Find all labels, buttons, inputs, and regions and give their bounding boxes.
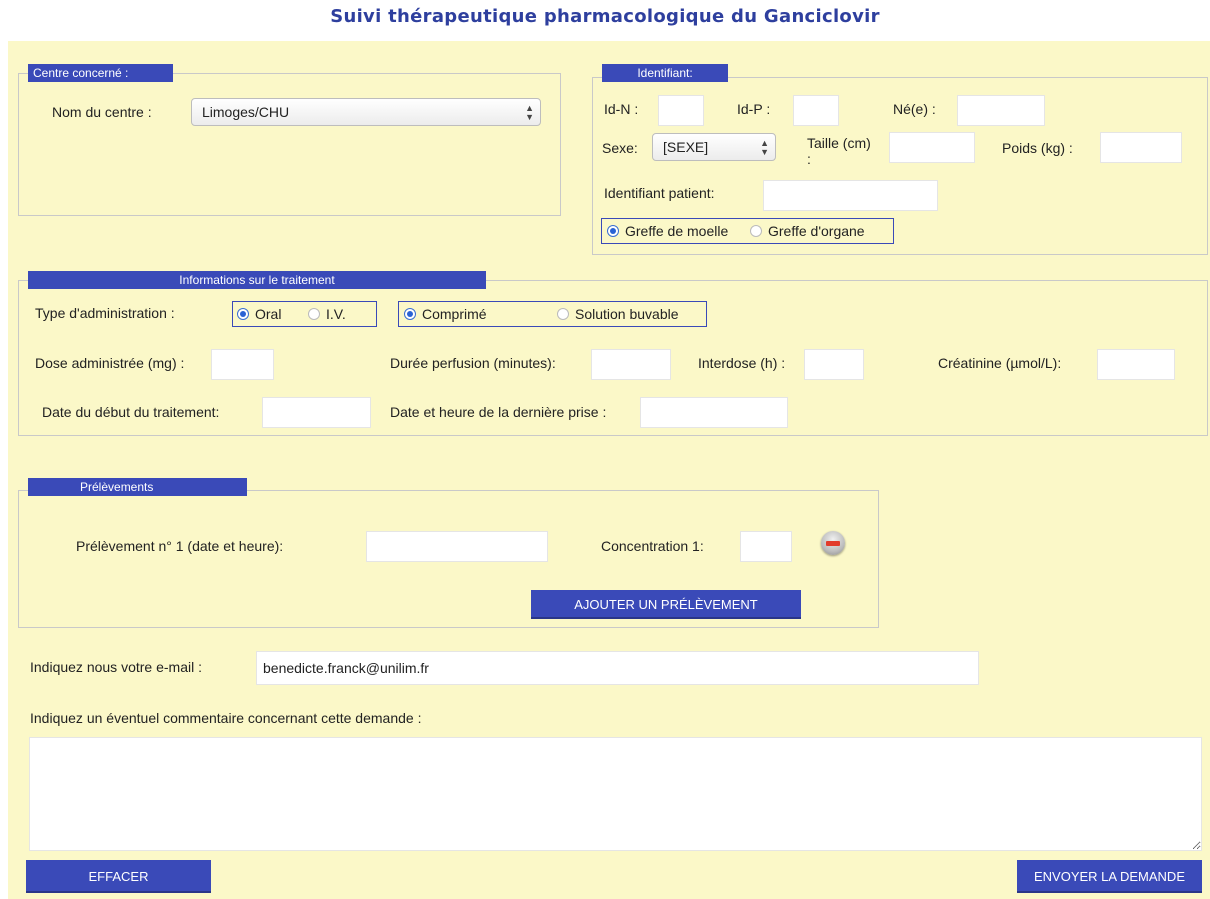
- select-arrows-icon: ▲ ▼: [525, 103, 534, 122]
- centre-select-value: Limoges/CHU: [202, 104, 290, 120]
- concentration-1-input[interactable]: [740, 531, 792, 562]
- greffe-moelle-label: Greffe de moelle: [625, 223, 729, 239]
- patient-id-label: Identifiant patient:: [604, 185, 715, 201]
- debut-label: Date du début du traitement:: [42, 404, 220, 420]
- poids-input[interactable]: [1100, 132, 1182, 163]
- submit-button[interactable]: ENVOYER LA DEMANDE: [1017, 860, 1202, 893]
- taille-input[interactable]: [889, 132, 975, 163]
- solution-radio[interactable]: [557, 308, 569, 320]
- prelevement-1-input[interactable]: [366, 531, 548, 562]
- page-title: Suivi thérapeutique pharmacologique du G…: [330, 6, 880, 27]
- iv-radio[interactable]: [308, 308, 320, 320]
- clear-button[interactable]: EFFACER: [26, 860, 211, 893]
- email-input[interactable]: benedicte.franck@unilim.fr: [256, 651, 979, 685]
- add-prelevement-button[interactable]: AJOUTER UN PRÉLÈVEMENT: [531, 590, 801, 619]
- traitement-legend: Informations sur le traitement: [28, 271, 486, 289]
- ne-label: Né(e) :: [893, 101, 936, 117]
- derniere-input[interactable]: [640, 397, 788, 428]
- creatinine-label: Créatinine (µmol/L):: [938, 355, 1062, 371]
- oral-label: Oral: [255, 306, 282, 322]
- idp-label: Id-P :: [737, 101, 771, 117]
- birthdate-input[interactable]: [957, 95, 1045, 126]
- sexe-select[interactable]: [SEXE] ▲ ▼: [652, 133, 776, 161]
- derniere-label: Date et heure de la dernière prise :: [390, 404, 607, 420]
- interdose-label: Interdose (h) :: [698, 355, 786, 371]
- prelevements-legend: Prélèvements: [28, 478, 247, 496]
- creatinine-input[interactable]: [1097, 349, 1175, 380]
- solution-label: Solution buvable: [575, 306, 679, 322]
- comment-label: Indiquez un éventuel commentaire concern…: [30, 710, 422, 726]
- sexe-label: Sexe:: [602, 140, 638, 156]
- centre-label: Nom du centre :: [52, 104, 152, 120]
- sexe-select-value: [SEXE]: [663, 139, 709, 155]
- greffe-organe-label: Greffe d'organe: [768, 223, 865, 239]
- dose-label: Dose administrée (mg) :: [35, 355, 185, 371]
- type-admin-label: Type d'administration :: [35, 305, 175, 321]
- centre-legend: Centre concerné :: [28, 64, 173, 82]
- taille-label: Taille (cm): [807, 135, 871, 151]
- prelevement-1-label: Prélèvement n° 1 (date et heure):: [76, 538, 284, 554]
- select-arrows-icon: ▲ ▼: [760, 138, 769, 157]
- comment-textarea[interactable]: [29, 737, 1202, 851]
- identifiant-legend: Identifiant:: [602, 64, 728, 82]
- idn-input[interactable]: [658, 95, 704, 126]
- remove-prelevement-icon[interactable]: [821, 531, 845, 555]
- idp-input[interactable]: [793, 95, 839, 126]
- centre-fieldset: [18, 73, 561, 216]
- dose-input[interactable]: [211, 349, 274, 380]
- email-label: Indiquez nous votre e-mail :: [30, 659, 202, 675]
- poids-label: Poids (kg) :: [1002, 140, 1073, 156]
- comprime-radio[interactable]: [404, 308, 416, 320]
- patient-id-input[interactable]: [763, 180, 938, 211]
- centre-select[interactable]: Limoges/CHU ▲ ▼: [191, 98, 541, 126]
- duree-label: Durée perfusion (minutes):: [390, 355, 556, 371]
- interdose-input[interactable]: [804, 349, 864, 380]
- taille-colon: :: [807, 151, 811, 167]
- duree-input[interactable]: [591, 349, 671, 380]
- debut-input[interactable]: [262, 397, 371, 428]
- admin-route-group: [232, 301, 377, 327]
- iv-label: I.V.: [326, 306, 346, 322]
- comprime-label: Comprimé: [422, 306, 487, 322]
- greffe-moelle-radio[interactable]: [607, 225, 619, 237]
- greffe-organe-radio[interactable]: [750, 225, 762, 237]
- oral-radio[interactable]: [237, 308, 249, 320]
- idn-label: Id-N :: [604, 101, 639, 117]
- concentration-1-label: Concentration 1:: [601, 538, 704, 554]
